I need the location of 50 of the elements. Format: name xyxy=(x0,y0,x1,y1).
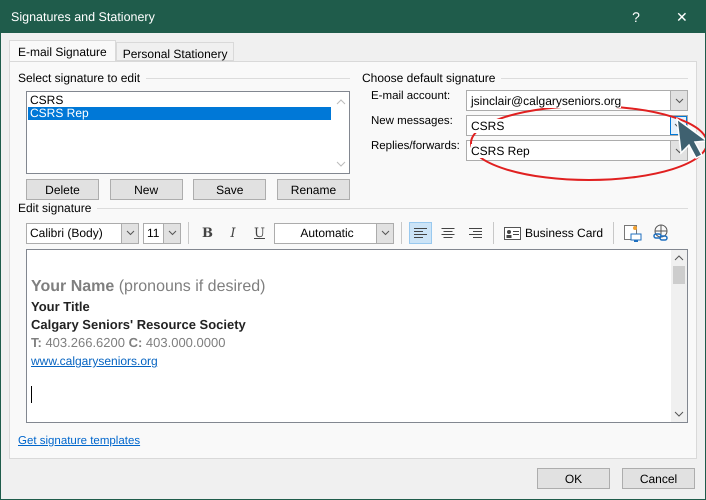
list-item[interactable]: CSRS xyxy=(28,94,331,107)
scroll-up-icon xyxy=(674,253,684,263)
section-heading: Select signature to edit xyxy=(18,71,140,85)
signature-line: Calgary Seniors' Resource Society xyxy=(31,316,247,334)
window-title: Signatures and Stationery xyxy=(11,10,156,24)
chevron-down-icon xyxy=(674,98,684,104)
dialog-button[interactable]: OK xyxy=(537,468,610,489)
scroll-thumb[interactable] xyxy=(673,266,685,284)
align-left-icon xyxy=(414,228,428,238)
italic-button[interactable]: I xyxy=(222,222,244,244)
help-button[interactable]: ? xyxy=(613,1,659,33)
scroll-down-icon xyxy=(674,409,684,419)
website-link[interactable]: www.calgaryseniors.org xyxy=(31,352,158,370)
tab[interactable]: Personal Stationery xyxy=(116,42,234,61)
business-card-button[interactable]: Business Card xyxy=(501,222,606,244)
list-item[interactable]: CSRS Rep xyxy=(28,107,331,120)
signature-button[interactable]: Save xyxy=(193,179,266,200)
dialog-button[interactable]: Cancel xyxy=(622,468,695,489)
tab[interactable]: E-mail Signature xyxy=(9,40,116,61)
signature-editor[interactable]: Your Name (pronouns if desired) Your Title Calgary Seniors' Resource Society T: 403.266.6200 C: 403.000.0000 www.calgaryseniors.org xyxy=(26,249,688,423)
signature-line: T: 403.266.6200 C: 403.000.0000 xyxy=(31,334,226,352)
signature-line: Your Name (pronouns if desired) xyxy=(31,277,266,297)
globe-link-icon xyxy=(652,224,670,242)
signature-line: Your Title xyxy=(31,298,91,316)
templates-link[interactable]: Get signature templates xyxy=(18,435,140,447)
chevron-down-icon xyxy=(380,230,390,236)
dropdown[interactable]: jsinclair@calgaryseniors.org xyxy=(466,90,688,111)
section-heading: Edit signature xyxy=(18,201,92,215)
contact-card-icon xyxy=(504,226,521,240)
section-heading: Choose default signature xyxy=(362,71,496,85)
image-icon xyxy=(624,224,642,242)
scrollbar[interactable] xyxy=(671,250,687,422)
signature-list[interactable]: CSRS CSRS Rep xyxy=(26,91,350,174)
signature-button[interactable]: New xyxy=(110,179,183,200)
dropdown[interactable]: CSRS xyxy=(466,115,688,136)
dropdown[interactable]: CSRS Rep xyxy=(466,140,688,161)
chevron-down-icon xyxy=(168,230,176,236)
signature-button[interactable]: Delete xyxy=(26,179,99,200)
color-dropdown[interactable]: Automatic xyxy=(274,222,394,244)
align-button[interactable] xyxy=(409,222,432,244)
underline-button[interactable]: U xyxy=(248,222,270,244)
align-center-icon xyxy=(440,228,454,238)
close-button[interactable]: ✕ xyxy=(659,1,705,33)
chevron-down-icon xyxy=(126,230,134,236)
signature-button[interactable]: Rename xyxy=(276,179,350,200)
bold-button[interactable]: B xyxy=(196,222,218,244)
size-dropdown[interactable]: 11 xyxy=(143,222,181,244)
font-dropdown[interactable]: Calibri (Body) xyxy=(26,222,139,244)
align-right-icon xyxy=(468,228,482,238)
text-caret xyxy=(31,386,32,403)
